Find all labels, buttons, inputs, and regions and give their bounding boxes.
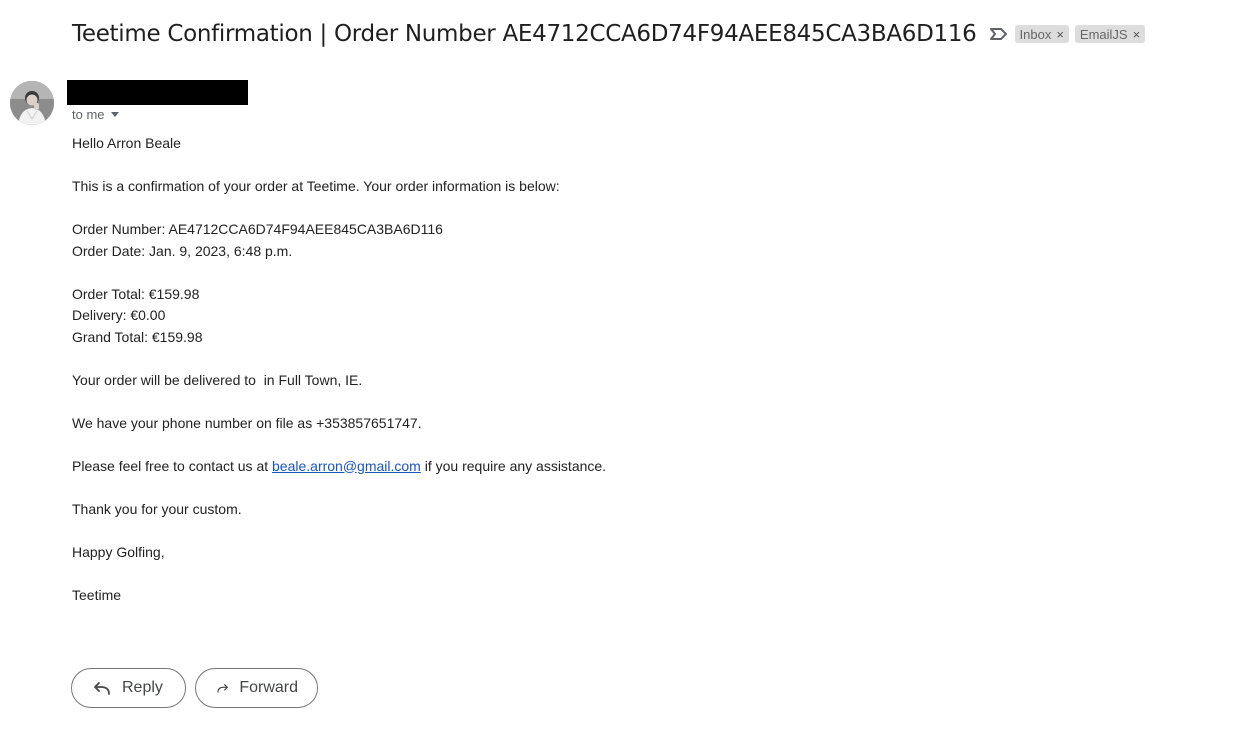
forward-button[interactable]: Forward — [195, 668, 318, 708]
thanks-line: Thank you for your custom. — [72, 500, 242, 517]
intro-line: This is a confirmation of your order at … — [72, 178, 560, 194]
order-number-line: Order Number: AE4712CCA6D74F94AEE845CA3B… — [72, 221, 443, 237]
show-details-chevron-icon[interactable] — [110, 111, 119, 117]
delivery-line: Delivery: €0.00 — [72, 307, 166, 323]
forward-label: Forward — [239, 679, 298, 696]
signature-line: Teetime — [72, 586, 122, 603]
phone-line: We have your phone number on file as +35… — [72, 414, 422, 431]
order-total-line: Order Total: €159.98 — [72, 285, 200, 302]
label-chip-emailjs[interactable]: EmailJS × — [1074, 25, 1146, 43]
delivery-address-line: Your order will be delivered to in Full … — [72, 371, 363, 388]
reply-arrow-icon — [94, 682, 110, 695]
remove-label-icon[interactable]: × — [1133, 27, 1141, 42]
recipient-label: to me — [72, 106, 105, 122]
sender-name-redacted — [67, 80, 248, 105]
recipient-row: to me — [72, 106, 119, 122]
forward-arrow-icon — [217, 684, 228, 693]
email-body: Hello Arron Beale This is a confirmation… — [72, 133, 606, 606]
label-chip-name: EmailJS — [1079, 26, 1128, 42]
greeting-line: Hello Arron Beale — [72, 135, 181, 151]
subject-row: Teetime Confirmation | Order Number AE47… — [72, 17, 1146, 51]
remove-label-icon[interactable]: × — [1056, 27, 1064, 42]
reply-button[interactable]: Reply — [71, 668, 186, 708]
contact-suffix: if you require any assistance. — [420, 457, 607, 474]
label-chip-inbox[interactable]: Inbox × — [1014, 25, 1069, 43]
message-actions: Reply Forward — [71, 668, 318, 708]
order-date-line: Order Date: Jan. 9, 2023, 6:48 p.m. — [72, 242, 293, 259]
closing-line: Happy Golfing, — [72, 543, 165, 560]
grand-total-line: Grand Total: €159.98 — [72, 328, 203, 345]
important-marker-icon[interactable] — [989, 26, 1009, 42]
contact-email-link[interactable]: beale.arron@gmail.com — [272, 458, 421, 474]
contact-prefix: Please feel free to contact us at — [72, 457, 273, 474]
sender-avatar[interactable] — [10, 81, 54, 125]
contact-line: Please feel free to contact us at beale.… — [72, 456, 606, 478]
email-subject: Teetime Confirmation | Order Number AE47… — [72, 21, 977, 47]
reply-label: Reply — [122, 679, 163, 696]
label-chip-name: Inbox — [1019, 26, 1052, 42]
